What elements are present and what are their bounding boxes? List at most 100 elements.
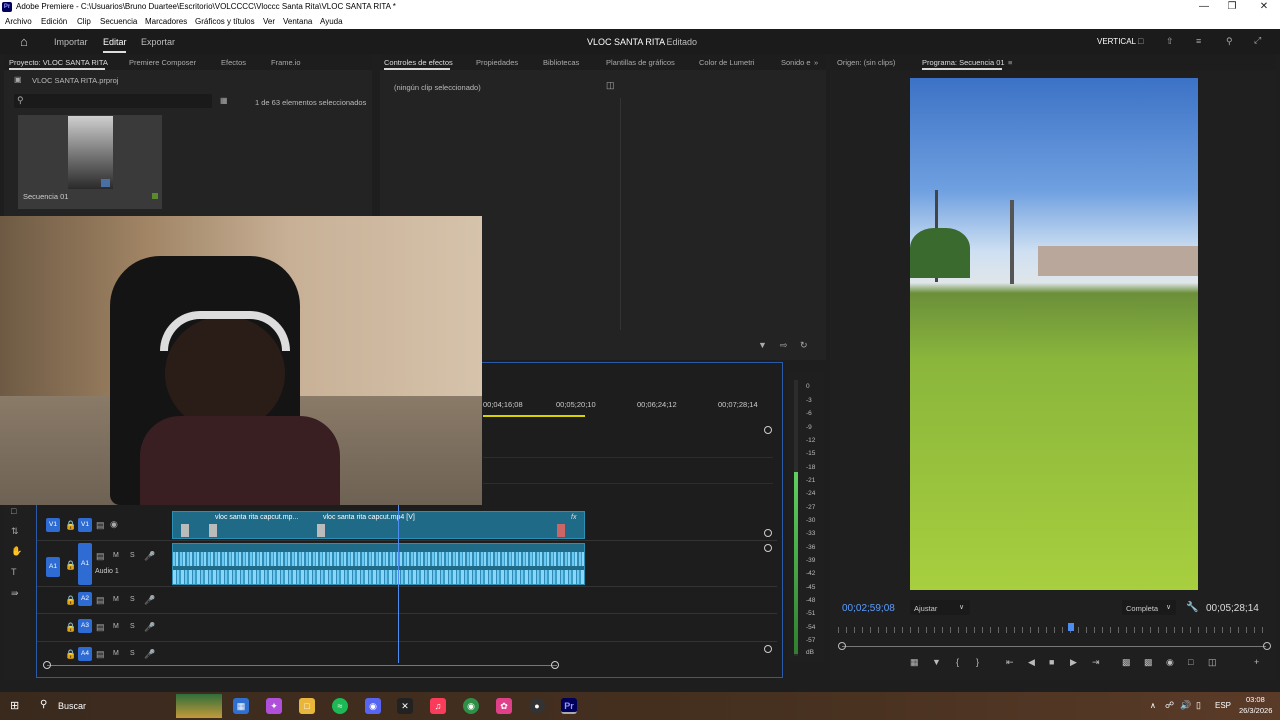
work-area-bar[interactable] <box>483 415 585 417</box>
timeline-playhead[interactable] <box>398 503 399 663</box>
lock-icon[interactable]: 🔒 <box>65 622 76 633</box>
menu-clip[interactable]: Clip <box>77 17 91 26</box>
export-frame-icon[interactable]: ▦ <box>910 657 919 668</box>
tab-frameio[interactable]: Frame.io <box>271 58 301 67</box>
menu-lines-icon[interactable]: ≡ <box>1196 36 1201 46</box>
multi-camera-icon[interactable]: ◫ <box>1208 657 1217 668</box>
scroll-handle[interactable] <box>764 529 772 537</box>
lock-icon[interactable]: 🔒 <box>65 520 76 531</box>
spotify-icon[interactable]: ≈ <box>332 698 348 714</box>
mic-icon[interactable]: 🎤 <box>144 551 155 562</box>
lift-icon[interactable]: ▩ <box>1122 657 1131 668</box>
tab-graphic-templates[interactable]: Plantillas de gráficos <box>606 58 675 67</box>
scroll-handle[interactable] <box>764 645 772 653</box>
tab-source[interactable]: Origen: (sin clips) <box>837 58 895 67</box>
menu-secuencia[interactable]: Secuencia <box>100 17 137 26</box>
tab-effect-controls[interactable]: Controles de efectos <box>384 58 453 67</box>
extract-icon[interactable]: ▩ <box>1144 657 1153 668</box>
zoom-bar[interactable] <box>842 646 1266 647</box>
chrome-icon[interactable]: ◉ <box>463 698 479 714</box>
track-target-a1[interactable]: A1 <box>78 543 92 585</box>
program-timecode[interactable]: 00;02;59;08 <box>842 603 895 614</box>
audio-clip[interactable] <box>172 543 585 585</box>
file-explorer-icon[interactable]: □ <box>299 698 315 714</box>
track-target-v1[interactable]: V1 <box>78 518 92 532</box>
loop-icon[interactable]: ↻ <box>800 340 808 351</box>
scroll-handle-left[interactable] <box>43 661 51 669</box>
source-patch-v1[interactable]: V1 <box>46 518 60 532</box>
menu-ver[interactable]: Ver <box>263 17 275 26</box>
panel-layout-icon[interactable]: □ <box>1138 36 1143 46</box>
network-icon[interactable]: ☍ <box>1165 700 1174 711</box>
remix-tool-icon[interactable]: ⇛ <box>11 588 19 599</box>
lock-icon[interactable]: 🔒 <box>65 560 76 571</box>
sync-lock-icon[interactable]: ▤ <box>96 622 105 633</box>
track-target-a2[interactable]: A2 <box>78 592 92 606</box>
type-tool-icon[interactable]: T <box>11 567 17 577</box>
mute-button[interactable]: M <box>113 596 119 603</box>
comparison-icon[interactable]: □ <box>1188 657 1193 667</box>
mic-icon[interactable]: 🎤 <box>144 622 155 633</box>
selection-tool-icon[interactable]: □ <box>11 506 16 516</box>
zoom-handle-left[interactable] <box>838 642 846 650</box>
share-icon[interactable]: ⇧ <box>1166 36 1174 47</box>
tab-lumetri[interactable]: Color de Lumetri <box>699 58 754 67</box>
task-view-icon[interactable]: ▦ <box>233 698 249 714</box>
program-menu-icon[interactable]: ≡ <box>1008 58 1012 67</box>
mute-button[interactable]: M <box>113 623 119 630</box>
hand-tool-icon[interactable]: ✋ <box>11 546 22 557</box>
sync-lock-icon[interactable]: ▤ <box>96 520 105 531</box>
app-icon[interactable]: ✿ <box>496 698 512 714</box>
timeline-scrollbar[interactable] <box>47 665 557 666</box>
sequence-item[interactable]: Secuencia 01 <box>18 115 162 209</box>
quality-dropdown[interactable]: Completa ∨ <box>1122 600 1176 615</box>
mute-button[interactable]: M <box>113 650 119 657</box>
solo-button[interactable]: S <box>130 552 135 559</box>
more-tabs-icon[interactable]: » <box>814 58 818 67</box>
solo-button[interactable]: S <box>130 623 135 630</box>
tab-properties[interactable]: Propiedades <box>476 58 518 67</box>
go-to-out-icon[interactable]: ⇥ <box>1092 657 1100 668</box>
capcut-icon[interactable]: ✕ <box>397 698 413 714</box>
windows-start-icon[interactable]: ⊞ <box>10 699 19 712</box>
maximize-icon[interactable]: ❐ <box>1218 0 1246 15</box>
workspace-layout-label[interactable]: VERTICAL <box>1097 37 1136 46</box>
panel-toggle-icon[interactable]: ◫ <box>606 80 615 91</box>
add-marker-icon[interactable]: ▼ <box>932 657 941 667</box>
scroll-handle[interactable] <box>764 544 772 552</box>
chevron-up-icon[interactable]: ∧ <box>1150 701 1156 710</box>
program-video-frame[interactable] <box>910 78 1198 590</box>
lock-icon[interactable]: 🔒 <box>65 595 76 606</box>
scroll-handle[interactable] <box>764 426 772 434</box>
fit-dropdown[interactable]: Ajustar ∨ <box>910 600 970 615</box>
tab-premiere-composer[interactable]: Premiere Composer <box>129 58 196 67</box>
menu-ayuda[interactable]: Ayuda <box>320 17 343 26</box>
source-patch-a1[interactable]: A1 <box>46 557 60 577</box>
clock-date[interactable]: 26/3/2026 <box>1239 706 1272 715</box>
go-to-in-icon[interactable]: ⇤ <box>1006 657 1014 668</box>
export-tab[interactable]: Exportar <box>141 37 175 47</box>
track-target-a4[interactable]: A4 <box>78 647 92 661</box>
taskbar-search-label[interactable]: Buscar <box>58 701 86 711</box>
premiere-taskbar-icon[interactable]: Pr <box>561 698 577 714</box>
program-ruler[interactable] <box>838 627 1268 633</box>
mic-icon[interactable]: 🎤 <box>144 649 155 660</box>
menu-edicion[interactable]: Edición <box>41 17 67 26</box>
project-search-input[interactable]: ⚲ <box>14 94 212 108</box>
wrench-icon[interactable]: 🔧 <box>1186 602 1198 613</box>
copilot-icon[interactable]: ✦ <box>266 698 282 714</box>
track-target-a3[interactable]: A3 <box>78 619 92 633</box>
obs-icon[interactable]: ● <box>529 698 545 714</box>
bin-filter-icon[interactable]: ▦ <box>220 96 228 105</box>
mark-in-icon[interactable]: { <box>956 657 959 667</box>
filter-icon[interactable]: ▼ <box>758 340 767 350</box>
tab-effects[interactable]: Efectos <box>221 58 246 67</box>
search-icon[interactable]: ⚲ <box>1226 36 1233 47</box>
add-button-icon[interactable]: + <box>1254 657 1259 667</box>
solo-button[interactable]: S <box>130 596 135 603</box>
lock-icon[interactable]: 🔒 <box>65 649 76 660</box>
menu-ventana[interactable]: Ventana <box>283 17 312 26</box>
ripple-tool-icon[interactable]: ⇅ <box>11 526 19 537</box>
fullscreen-icon[interactable]: ⤢ <box>1254 35 1261 46</box>
step-back-icon[interactable]: ◀ <box>1028 657 1035 668</box>
